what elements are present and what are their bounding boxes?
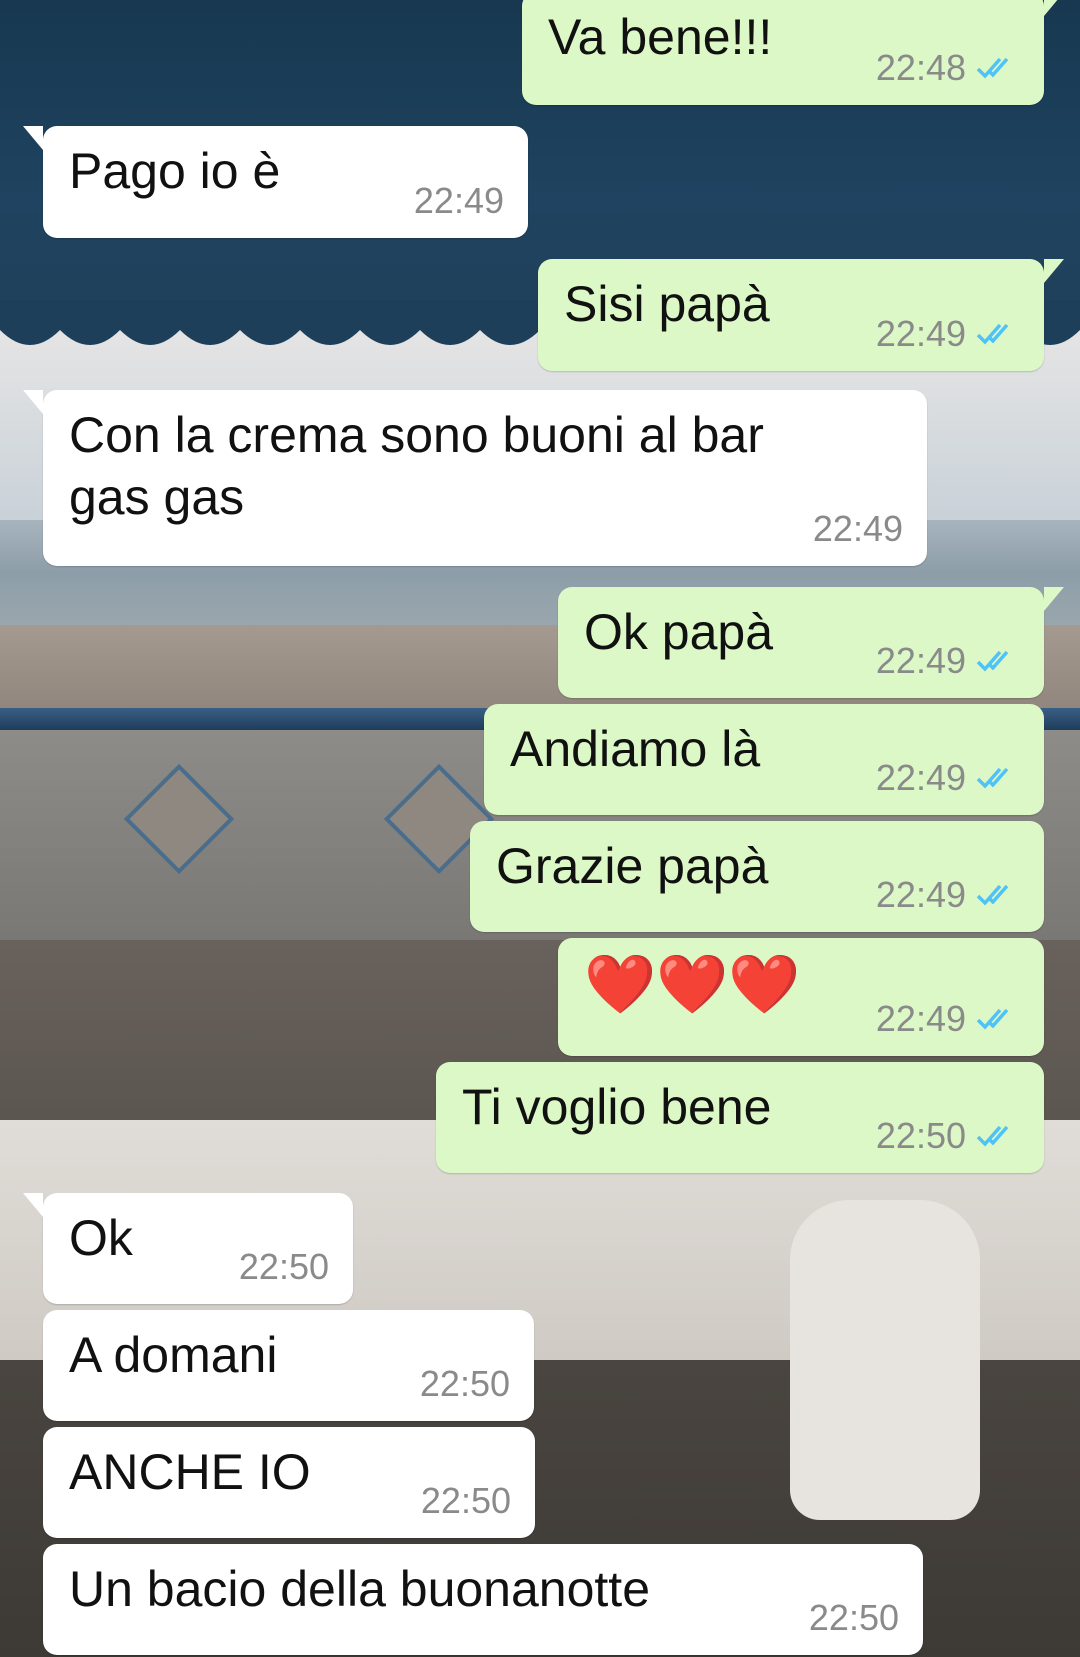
message-meta: 22:50 (876, 1115, 1020, 1157)
message-bubble-incoming[interactable]: Ok 22:50 (23, 1193, 353, 1304)
message-time: 22:49 (875, 313, 966, 354)
message-bubble-outgoing[interactable]: Andiamo là 22:49 (484, 704, 1044, 815)
message-time: 22:49 (875, 757, 966, 798)
message-bubble-outgoing[interactable]: Va bene!!! 22:48 (522, 0, 1064, 105)
message-time: 22:50 (238, 1246, 329, 1287)
message-bubble-incoming[interactable]: A domani 22:50 (43, 1310, 534, 1421)
message-time: 22:49 (875, 998, 966, 1039)
read-double-check-icon (976, 884, 1009, 906)
message-time: 22:49 (875, 874, 966, 915)
message-bubble-incoming[interactable]: Con la crema sono buoni al bar gas gas 2… (23, 390, 927, 566)
message-bubble-outgoing[interactable]: Sisi papà 22:49 (538, 259, 1064, 371)
read-double-check-icon (976, 650, 1009, 672)
read-double-check-icon (976, 1125, 1009, 1147)
message-meta: 22:49 (876, 640, 1020, 682)
message-meta: 22:50 (239, 1246, 329, 1288)
message-time: 22:48 (875, 47, 966, 88)
message-bubble-outgoing[interactable]: Grazie papà 22:49 (470, 821, 1044, 932)
message-bubble-outgoing[interactable]: Ok papà 22:49 (558, 587, 1064, 698)
message-time: 22:49 (413, 180, 504, 221)
message-meta: 22:50 (421, 1480, 511, 1522)
message-meta: 22:49 (876, 313, 1020, 355)
message-time: 22:49 (875, 640, 966, 681)
read-double-check-icon (976, 57, 1009, 79)
message-bubble-outgoing[interactable]: Ti voglio bene 22:50 (436, 1062, 1044, 1173)
message-bubble-incoming[interactable]: ANCHE IO 22:50 (43, 1427, 535, 1538)
message-meta: 22:49 (876, 998, 1020, 1040)
message-text: Con la crema sono buoni al bar gas gas (69, 407, 764, 525)
message-meta: 22:49 (876, 757, 1020, 799)
chat-screen: Va bene!!! 22:48 Pago io è 22:49 Sisi pa… (0, 0, 1080, 1657)
message-time: 22:50 (420, 1480, 511, 1521)
message-time: 22:50 (875, 1115, 966, 1156)
read-double-check-icon (976, 323, 1009, 345)
read-double-check-icon (976, 1008, 1009, 1030)
message-list: Va bene!!! 22:48 Pago io è 22:49 Sisi pa… (0, 0, 1080, 1657)
message-bubble-incoming[interactable]: Un bacio della buonanotte 22:50 (43, 1544, 923, 1655)
message-time: 22:49 (812, 508, 903, 549)
message-bubble-incoming[interactable]: Pago io è 22:49 (23, 126, 528, 238)
message-time: 22:50 (419, 1363, 510, 1404)
message-bubble-outgoing[interactable]: ❤️❤️❤️ 22:49 (558, 938, 1044, 1056)
message-meta: 22:49 (414, 180, 504, 222)
message-text: Un bacio della buonanotte (69, 1561, 651, 1617)
read-double-check-icon (976, 767, 1009, 789)
message-meta: 22:49 (813, 508, 903, 550)
message-meta: 22:48 (876, 47, 1020, 89)
message-meta: 22:50 (809, 1597, 899, 1639)
message-time: 22:50 (808, 1597, 899, 1638)
message-meta: 22:49 (876, 874, 1020, 916)
message-meta: 22:50 (420, 1363, 510, 1405)
